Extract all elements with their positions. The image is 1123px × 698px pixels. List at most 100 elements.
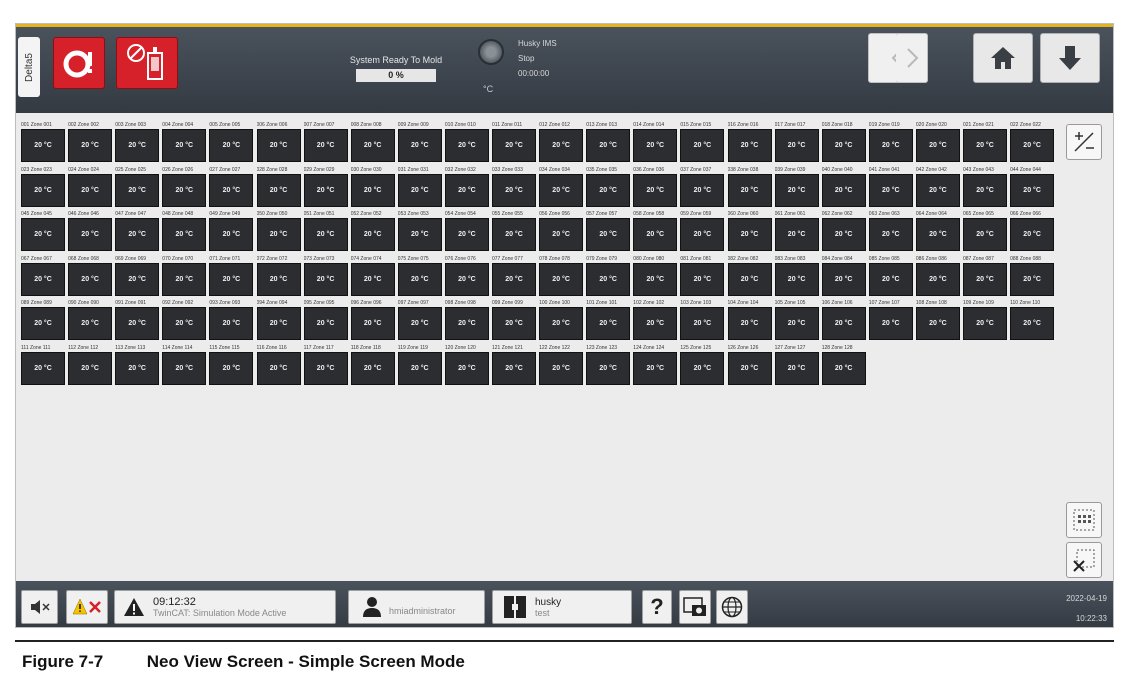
zone-tile[interactable]: 004 Zone 004 20 °C xyxy=(162,122,207,162)
zone-tile[interactable]: 058 Zone 058 20 °C xyxy=(633,211,678,251)
zone-tile[interactable]: 033 Zone 033 20 °C xyxy=(492,167,536,207)
zone-tile[interactable]: 128 Zone 128 20 °C xyxy=(821,345,866,385)
zone-tile[interactable]: 106 Zone 106 20 °C xyxy=(821,300,866,340)
zone-tile[interactable]: 013 Zone 013 20 °C xyxy=(586,122,631,162)
zone-tile[interactable]: 120 Zone 120 20 °C xyxy=(444,345,489,385)
zone-tile[interactable]: 016 Zone 016 20 °C xyxy=(727,122,772,162)
forward-button[interactable] xyxy=(896,33,928,83)
zone-tile[interactable]: 079 Zone 079 20 °C xyxy=(586,256,631,296)
zone-tile[interactable]: 107 Zone 107 20 °C xyxy=(868,300,913,340)
zone-tile[interactable]: 022 Zone 022 20 °C xyxy=(1010,122,1055,162)
zone-tile[interactable]: 111 Zone 111 20 °C xyxy=(21,345,65,385)
zone-tile[interactable]: 072 Zone 072 20 °C xyxy=(256,256,301,296)
zone-tile[interactable]: 045 Zone 045 20 °C xyxy=(21,211,65,251)
zone-tile[interactable]: 052 Zone 052 20 °C xyxy=(350,211,395,251)
tab-delta5[interactable]: Delta5 xyxy=(18,37,40,97)
zone-tile[interactable]: 126 Zone 126 20 °C xyxy=(727,345,772,385)
zone-tile[interactable]: 057 Zone 057 20 °C xyxy=(586,211,631,251)
zone-tile[interactable]: 050 Zone 050 20 °C xyxy=(256,211,301,251)
language-button[interactable] xyxy=(716,590,748,624)
zone-tile[interactable]: 125 Zone 125 20 °C xyxy=(680,345,725,385)
zone-tile[interactable]: 051 Zone 051 20 °C xyxy=(303,211,348,251)
temperature-knob-icon[interactable] xyxy=(478,39,504,65)
zone-tile[interactable]: 060 Zone 060 20 °C xyxy=(727,211,772,251)
heater-disabled-button[interactable] xyxy=(116,37,178,89)
zone-tile[interactable]: 067 Zone 067 20 °C xyxy=(21,256,65,296)
zone-tile[interactable]: 035 Zone 035 20 °C xyxy=(586,167,631,207)
zone-tile[interactable]: 077 Zone 077 20 °C xyxy=(492,256,536,296)
alarm-button[interactable] xyxy=(53,37,105,89)
zone-tile[interactable]: 081 Zone 081 20 °C xyxy=(680,256,725,296)
zone-tile[interactable]: 005 Zone 005 20 °C xyxy=(209,122,254,162)
zone-tile[interactable]: 042 Zone 042 20 °C xyxy=(915,167,960,207)
zone-tile[interactable]: 113 Zone 113 20 °C xyxy=(115,345,160,385)
zone-tile[interactable]: 119 Zone 119 20 °C xyxy=(397,345,442,385)
zone-tile[interactable]: 037 Zone 037 20 °C xyxy=(680,167,725,207)
zone-tile[interactable]: 084 Zone 084 20 °C xyxy=(821,256,866,296)
zone-tile[interactable]: 019 Zone 019 20 °C xyxy=(868,122,913,162)
zone-tile[interactable]: 117 Zone 117 20 °C xyxy=(303,345,348,385)
zone-tile[interactable]: 015 Zone 015 20 °C xyxy=(680,122,725,162)
zone-tile[interactable]: 098 Zone 098 20 °C xyxy=(444,300,489,340)
zone-tile[interactable]: 062 Zone 062 20 °C xyxy=(821,211,866,251)
zone-tile[interactable]: 009 Zone 009 20 °C xyxy=(397,122,442,162)
zone-tile[interactable]: 003 Zone 003 20 °C xyxy=(115,122,160,162)
user-button[interactable]: hmiadministrator xyxy=(348,590,485,624)
zone-tile[interactable]: 097 Zone 097 20 °C xyxy=(397,300,442,340)
zone-tile[interactable]: 064 Zone 064 20 °C xyxy=(915,211,960,251)
zone-tile[interactable]: 104 Zone 104 20 °C xyxy=(727,300,772,340)
zone-tile[interactable]: 010 Zone 010 20 °C xyxy=(444,122,489,162)
zone-tile[interactable]: 091 Zone 091 20 °C xyxy=(115,300,160,340)
zone-tile[interactable]: 108 Zone 108 20 °C xyxy=(915,300,960,340)
zone-tile[interactable]: 027 Zone 027 20 °C xyxy=(209,167,254,207)
zone-tile[interactable]: 047 Zone 047 20 °C xyxy=(115,211,160,251)
screenshot-button[interactable] xyxy=(679,590,711,624)
zone-tile[interactable]: 075 Zone 075 20 °C xyxy=(397,256,442,296)
zone-tile[interactable]: 002 Zone 002 20 °C xyxy=(68,122,113,162)
zone-tile[interactable]: 030 Zone 030 20 °C xyxy=(350,167,395,207)
zone-tile[interactable]: 109 Zone 109 20 °C xyxy=(963,300,1007,340)
zone-tile[interactable]: 059 Zone 059 20 °C xyxy=(680,211,725,251)
zone-tile[interactable]: 029 Zone 029 20 °C xyxy=(303,167,348,207)
zone-tile[interactable]: 074 Zone 074 20 °C xyxy=(350,256,395,296)
zone-tile[interactable]: 103 Zone 103 20 °C xyxy=(680,300,725,340)
zone-tile[interactable]: 006 Zone 006 20 °C xyxy=(256,122,301,162)
zone-tile[interactable]: 065 Zone 065 20 °C xyxy=(963,211,1007,251)
zone-tile[interactable]: 056 Zone 056 20 °C xyxy=(539,211,584,251)
plus-minus-button[interactable] xyxy=(1066,124,1102,160)
zone-tile[interactable]: 041 Zone 041 20 °C xyxy=(868,167,913,207)
zone-tile[interactable]: 054 Zone 054 20 °C xyxy=(444,211,489,251)
active-alarm-banner[interactable]: 09:12:32 TwinCAT: Simulation Mode Active xyxy=(114,590,336,624)
zone-tile[interactable]: 012 Zone 012 20 °C xyxy=(539,122,584,162)
home-button[interactable] xyxy=(973,33,1033,83)
zone-tile[interactable]: 071 Zone 071 20 °C xyxy=(209,256,254,296)
zone-tile[interactable]: 101 Zone 101 20 °C xyxy=(586,300,631,340)
zone-tile[interactable]: 115 Zone 115 20 °C xyxy=(209,345,254,385)
zone-tile[interactable]: 123 Zone 123 20 °C xyxy=(586,345,631,385)
mold-button[interactable]: husky test xyxy=(492,590,632,624)
zone-tile[interactable]: 116 Zone 116 20 °C xyxy=(256,345,301,385)
zone-tile[interactable]: 082 Zone 082 20 °C xyxy=(727,256,772,296)
zone-tile[interactable]: 118 Zone 118 20 °C xyxy=(350,345,395,385)
zone-tile[interactable]: 090 Zone 090 20 °C xyxy=(68,300,113,340)
zone-tile[interactable]: 095 Zone 095 20 °C xyxy=(303,300,348,340)
zone-tile[interactable]: 048 Zone 048 20 °C xyxy=(162,211,207,251)
clear-selection-button[interactable] xyxy=(1066,542,1102,578)
zone-tile[interactable]: 089 Zone 089 20 °C xyxy=(21,300,65,340)
zone-tile[interactable]: 014 Zone 014 20 °C xyxy=(633,122,678,162)
zone-tile[interactable]: 080 Zone 080 20 °C xyxy=(633,256,678,296)
zone-tile[interactable]: 053 Zone 053 20 °C xyxy=(397,211,442,251)
zone-tile[interactable]: 049 Zone 049 20 °C xyxy=(209,211,254,251)
zone-tile[interactable]: 068 Zone 068 20 °C xyxy=(68,256,113,296)
zone-tile[interactable]: 038 Zone 038 20 °C xyxy=(727,167,772,207)
zone-tile[interactable]: 086 Zone 086 20 °C xyxy=(915,256,960,296)
zone-tile[interactable]: 102 Zone 102 20 °C xyxy=(633,300,678,340)
zone-tile[interactable]: 034 Zone 034 20 °C xyxy=(539,167,584,207)
download-button[interactable] xyxy=(1040,33,1100,83)
zone-tile[interactable]: 070 Zone 070 20 °C xyxy=(162,256,207,296)
zone-tile[interactable]: 076 Zone 076 20 °C xyxy=(444,256,489,296)
alarm-reset-button[interactable] xyxy=(66,590,108,624)
zone-tile[interactable]: 094 Zone 094 20 °C xyxy=(256,300,301,340)
zone-tile[interactable]: 088 Zone 088 20 °C xyxy=(1010,256,1055,296)
zone-tile[interactable]: 028 Zone 028 20 °C xyxy=(256,167,301,207)
